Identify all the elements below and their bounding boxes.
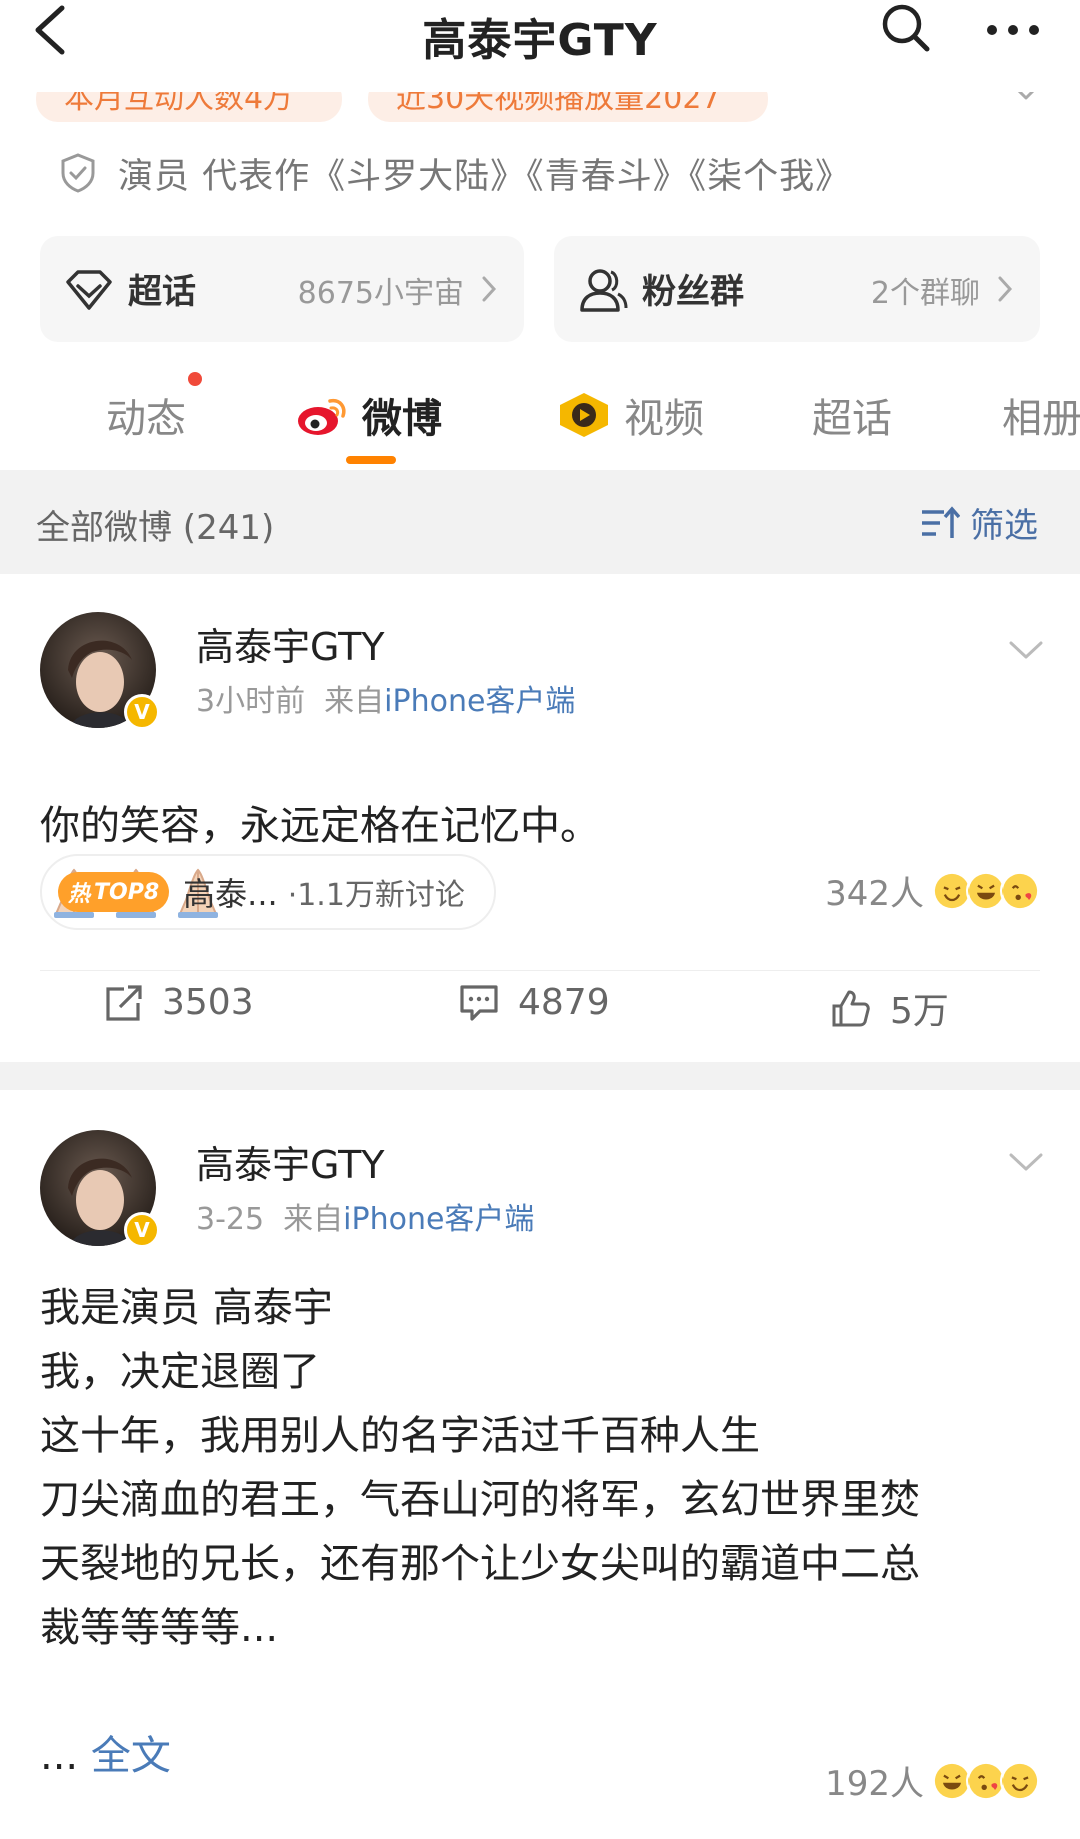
- supertopic-label: 超话: [128, 272, 196, 312]
- chevron-down-icon[interactable]: [1008, 1152, 1044, 1174]
- post-text-row: [40, 646, 1040, 710]
- comment-count: 4879: [518, 982, 610, 1023]
- post-divider: [40, 970, 1040, 971]
- video-icon: [560, 393, 608, 437]
- more-icon[interactable]: [984, 10, 1042, 50]
- tab-label: 超话: [812, 396, 892, 442]
- repost-count: 3503: [162, 982, 254, 1023]
- hot-topic-name: 高泰...: [183, 875, 278, 913]
- verification-info: 演员 代表作《斗罗大陆》《青春斗》《柒个我》: [60, 148, 851, 198]
- weibo-logo-icon: [298, 398, 346, 435]
- diamond-icon: [66, 270, 112, 310]
- post-actions: 3503 4879 5万: [0, 982, 1080, 1042]
- chevron-right-icon: [998, 276, 1013, 302]
- hot-badge-char: 热: [68, 882, 91, 907]
- profile-tabs: 动态 微博 视频 超话 相册: [0, 372, 1080, 470]
- crying-laugh-emoji-icon: [1000, 1760, 1040, 1801]
- fan-group-value: 2个群聊: [870, 276, 980, 311]
- post-from-prefix: 来自: [283, 1202, 344, 1237]
- chevron-right-icon: [482, 276, 497, 302]
- post-separator: [0, 1062, 1080, 1090]
- like-count: 5万: [890, 991, 949, 1032]
- verified-badge-icon: V: [124, 1212, 160, 1248]
- verification-text: 演员 代表作《斗罗大陆》《青春斗》《柒个我》: [118, 156, 852, 197]
- reaction-faces: [932, 870, 1040, 911]
- full-text-link[interactable]: 全文: [91, 1733, 171, 1779]
- post-source[interactable]: iPhone客户端: [343, 1202, 534, 1237]
- reaction-count: 342人: [825, 874, 924, 914]
- hot-topic-chip[interactable]: 热 TOP8 高泰... ·1.1万新讨论: [40, 854, 496, 930]
- heart-kiss-emoji-icon: [1000, 870, 1040, 911]
- tab-label: 视频: [624, 396, 704, 442]
- notification-dot: [188, 372, 202, 386]
- tab-dynamics[interactable]: 动态: [106, 372, 202, 450]
- filter-bar: 全部微博 (241) 筛选: [0, 470, 1080, 574]
- filter-button[interactable]: 筛选: [920, 498, 1038, 547]
- shield-icon: [61, 153, 95, 193]
- reaction-summary[interactable]: 342人: [825, 866, 1040, 915]
- tab-weibo[interactable]: 微博: [296, 380, 442, 450]
- post-author[interactable]: 高泰宇GTY: [196, 1134, 385, 1189]
- group-icon: [580, 269, 628, 312]
- post-meta: 3-25 来自iPhone客户端: [196, 1194, 534, 1238]
- thumbs-up-icon: [832, 990, 870, 1027]
- post-card: V 高泰宇GTY 3小时前 来自iPhone客户端 你的笑容，永远定格在记忆中。: [0, 574, 1080, 1062]
- tab-label: 微博: [362, 396, 442, 442]
- tab-label: 相册: [1002, 396, 1080, 442]
- post-card: V 高泰宇GTY 3-25 来自iPhone客户端 我是演员 高泰宇 我，决定退…: [0, 1090, 1080, 1839]
- post-time: 3-25: [196, 1202, 265, 1237]
- fan-group-card[interactable]: 粉丝群 2个群聊: [554, 236, 1040, 342]
- comment-button[interactable]: 4879: [458, 982, 610, 1023]
- supertopic-card[interactable]: 超话 8675小宇宙: [40, 236, 524, 342]
- hot-rank-badge: 热 TOP8: [58, 872, 170, 912]
- avatar[interactable]: V: [40, 1130, 160, 1248]
- tab-label: 动态: [106, 396, 186, 442]
- tab-album[interactable]: 相册: [1002, 380, 1080, 450]
- like-button[interactable]: 5万: [830, 982, 949, 1034]
- comment-icon: [460, 984, 498, 1021]
- tab-video[interactable]: 视频: [556, 380, 704, 450]
- reaction-count: 192人: [825, 1764, 924, 1804]
- active-tab-indicator: [346, 456, 396, 464]
- top-bar: 高泰宇GTY: [0, 0, 1080, 92]
- hot-topic-discussion: ·1.1万新讨论: [287, 878, 465, 913]
- hot-rank: TOP8: [94, 879, 160, 905]
- post-text[interactable]: 我是演员 高泰宇 我，决定退圈了 这十年，我用别人的名字活过千百种人生 刀尖滴血…: [40, 1276, 1040, 1660]
- supertopic-value: 8675小宇宙: [297, 276, 464, 311]
- text-ellipsis: ...: [40, 1733, 91, 1779]
- filter-label: 筛选: [970, 506, 1038, 546]
- tab-supertopic[interactable]: 超话: [812, 380, 892, 450]
- search-icon[interactable]: [880, 2, 932, 54]
- fan-group-label: 粉丝群: [642, 272, 744, 312]
- reaction-faces: [932, 1760, 1040, 1801]
- post-text-content: 你的笑容，永远定格在记忆中。: [40, 803, 600, 849]
- filter-icon: [922, 505, 960, 538]
- post-count-label: 全部微博 (241): [36, 508, 275, 548]
- weibo-profile-page: 高泰宇GTY 本月互动人数4万 近30天视频播放量2027 演员 代表作《斗罗大…: [0, 0, 1080, 1839]
- share-icon: [106, 984, 142, 1021]
- reaction-summary[interactable]: 192人: [825, 1756, 1040, 1805]
- repost-button[interactable]: 3503: [102, 982, 254, 1023]
